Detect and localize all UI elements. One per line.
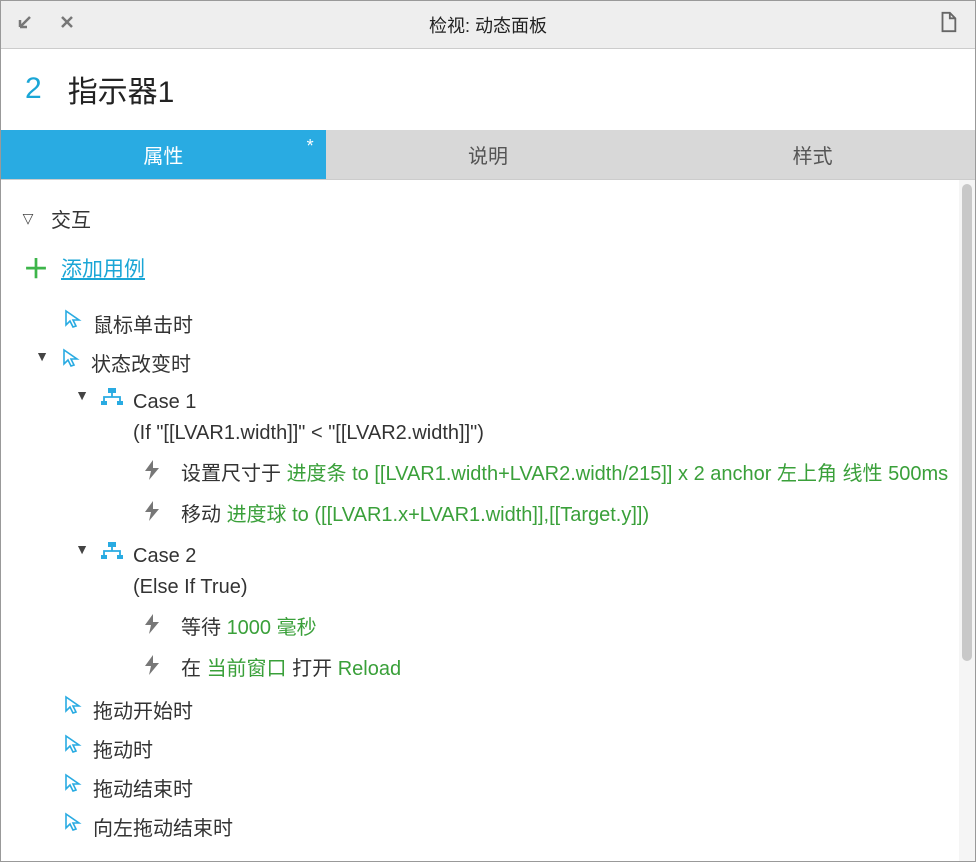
t: 在 [181,658,207,680]
close-icon[interactable] [59,14,75,35]
bolt-icon [143,459,161,487]
case-icon [101,387,123,411]
action-green: 进度球 to ([[LVAR1.x+LVAR1.width]],[[Target… [227,504,650,526]
action-green: 1000 毫秒 [227,617,317,639]
event-label: 状态改变时 [91,348,191,377]
plus-icon: ＋ [23,249,49,286]
panel-body: ▽ 交互 ＋ 添加用例 鼠标单击时 ▼ 状态改变时 [1,180,975,861]
scrollbar[interactable] [959,180,975,861]
event-drag[interactable]: 拖动时 [15,729,961,768]
action-text: 移动 进度球 to ([[LVAR1.x+LVAR1.width]],[[Tar… [171,500,961,531]
titlebar-left [17,14,75,35]
chevron-down-icon[interactable]: ▼ [73,387,91,403]
event-drag-end[interactable]: 拖动结束时 [15,768,961,807]
action-pre: 移动 [181,504,227,526]
t: Reload [338,658,401,680]
case-icon [101,541,123,565]
event-click[interactable]: 鼠标单击时 [15,304,961,343]
event-label: 拖动时 [93,734,153,763]
action-pre: 等待 [181,617,227,639]
object-count: 2 [25,72,42,106]
bolt-icon [143,654,161,682]
document-icon[interactable] [937,11,959,38]
case-text: Case 2 (Else If True) [133,541,961,603]
popout-icon[interactable] [17,14,33,35]
tab-description[interactable]: 说明 [326,130,651,179]
event-state-change[interactable]: ▼ 状态改变时 [15,343,961,382]
bolt-icon [143,500,161,528]
chevron-down-icon[interactable]: ▼ [33,348,51,364]
add-case-link[interactable]: 添加用例 [61,253,145,283]
inspector-panel: 检视: 动态面板 2 指示器1 属性 * 说明 样式 ▽ 交互 ＋ 添加用例 [0,0,976,862]
action-move[interactable]: 移动 进度球 to ([[LVAR1.x+LVAR1.width]],[[Tar… [15,495,961,536]
tabs: 属性 * 说明 样式 [1,130,975,180]
event-label: 拖动结束时 [93,773,193,802]
interactions-section[interactable]: ▽ 交互 [15,198,961,239]
window-title: 检视: 动态面板 [1,12,975,38]
action-text: 在 当前窗口 打开 Reload [171,654,961,685]
case-condition: (Else If True) [133,576,247,598]
chevron-down-icon[interactable]: ▽ [19,210,37,227]
tab-label: 样式 [793,140,833,169]
tab-label: 说明 [468,140,508,169]
action-open-reload[interactable]: 在 当前窗口 打开 Reload [15,649,961,690]
cursor-icon [63,695,83,721]
action-green: 进度条 to [[LVAR1.width+LVAR2.width/215]] x… [287,463,949,485]
add-case-row[interactable]: ＋ 添加用例 [15,239,961,304]
event-label: 鼠标单击时 [93,309,193,338]
action-text: 等待 1000 毫秒 [171,613,961,644]
action-set-size[interactable]: 设置尺寸于 进度条 to [[LVAR1.width+LVAR2.width/2… [15,454,961,495]
event-label: 拖动开始时 [93,695,193,724]
event-label: 向左拖动结束时 [93,812,233,841]
bolt-icon [143,613,161,641]
cursor-icon [63,773,83,799]
tab-style[interactable]: 样式 [650,130,975,179]
panel-content: ▽ 交互 ＋ 添加用例 鼠标单击时 ▼ 状态改变时 [1,180,975,861]
action-text: 设置尺寸于 进度条 to [[LVAR1.width+LVAR2.width/2… [171,459,961,490]
t: 当前窗口 [207,658,287,680]
titlebar: 检视: 动态面板 [1,1,975,49]
case-condition: (If "[[LVAR1.width]]" < "[[LVAR2.width]]… [133,422,484,444]
tab-properties[interactable]: 属性 * [1,130,326,179]
object-name: 指示器1 [68,67,175,111]
t: 打开 [287,658,338,680]
case-1[interactable]: ▼ Case 1 (If "[[LVAR1.width]]" < "[[LVAR… [15,382,961,454]
cursor-icon [63,734,83,760]
cursor-icon [63,812,83,838]
tab-label: 属性 [143,140,183,169]
dirty-indicator: * [307,136,314,157]
scrollbar-thumb[interactable] [962,184,972,661]
case-text: Case 1 (If "[[LVAR1.width]]" < "[[LVAR2.… [133,387,961,449]
event-drag-start[interactable]: 拖动开始时 [15,690,961,729]
case-name: Case 2 [133,545,196,567]
event-swipe-left-end[interactable]: 向左拖动结束时 [15,807,961,846]
section-label: 交互 [51,204,91,233]
action-wait[interactable]: 等待 1000 毫秒 [15,608,961,649]
chevron-down-icon[interactable]: ▼ [73,541,91,557]
case-2[interactable]: ▼ Case 2 (Else If True) [15,536,961,608]
cursor-icon [63,309,83,335]
action-pre: 设置尺寸于 [181,463,287,485]
cursor-icon [61,348,81,374]
object-header: 2 指示器1 [1,49,975,130]
case-name: Case 1 [133,391,196,413]
